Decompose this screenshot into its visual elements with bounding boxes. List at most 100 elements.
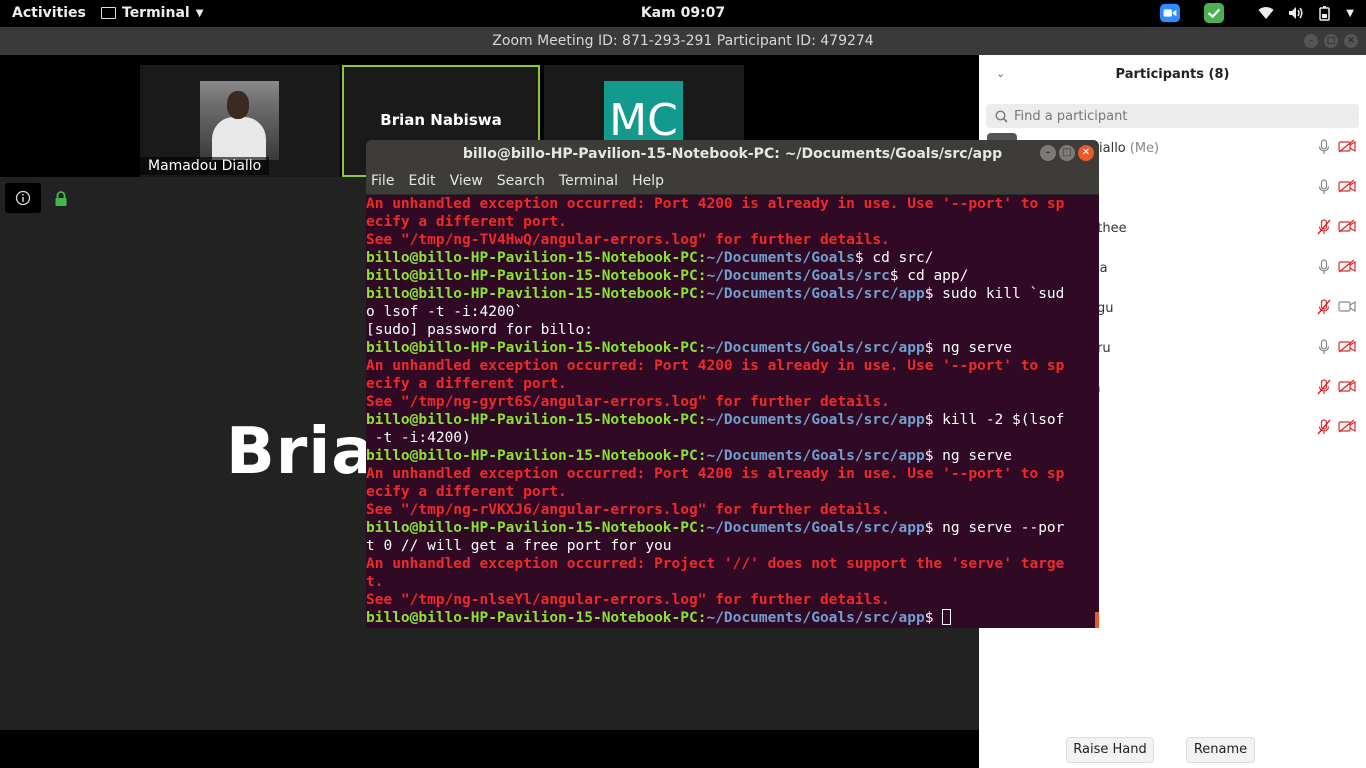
terminal-title: billo@billo-HP-Pavilion-15-Notebook-PC: …: [462, 146, 1003, 162]
terminal-line: t.: [366, 573, 1099, 591]
search-placeholder: Find a participant: [1014, 108, 1128, 124]
terminal-scrollbar[interactable]: [1095, 612, 1099, 628]
prompt-user-host: billo@billo-HP-Pavilion-15-Notebook-PC: [366, 286, 698, 302]
menu-terminal[interactable]: Terminal: [559, 173, 618, 189]
menu-search[interactable]: Search: [497, 173, 545, 189]
terminal-error-text: ecify a different port.: [366, 214, 567, 230]
prompt-path: ~/Documents/Goals/src: [706, 268, 890, 284]
menu-file[interactable]: File: [371, 173, 394, 189]
participants-header: Participants (8): [1115, 67, 1230, 82]
tile-participant-name: Brian Nabiswa: [380, 111, 502, 129]
prompt-path: ~/Documents/Goals/src/app: [706, 448, 925, 464]
tray-menu-caret-icon[interactable]: ▼: [1346, 8, 1354, 19]
meeting-controls-bar: [0, 730, 979, 768]
terminal-command: $ ng serve --por: [924, 520, 1065, 536]
close-button[interactable]: ✕: [1344, 34, 1358, 48]
mic-muted-icon[interactable]: [1317, 299, 1331, 319]
participant-me-tag: (Me): [1129, 141, 1160, 156]
terminal-line: See "/tmp/ng-nlseYl/angular-errors.log" …: [366, 591, 1099, 609]
terminal-line: billo@billo-HP-Pavilion-15-Notebook-PC:~…: [366, 447, 1099, 465]
terminal-command: $ ng serve: [924, 340, 1013, 356]
prompt-user-host: billo@billo-HP-Pavilion-15-Notebook-PC: [366, 520, 698, 536]
terminal-line: [sudo] password for billo:: [366, 321, 1099, 339]
maximize-button[interactable]: □: [1324, 34, 1338, 48]
encryption-lock-icon[interactable]: [54, 191, 68, 211]
camera-icon[interactable]: [1338, 299, 1356, 317]
prompt-path: ~/Documents/Goals: [706, 250, 855, 266]
terminal-error-text: See "/tmp/ng-rVKXJ6/angular-errors.log" …: [366, 502, 890, 518]
prompt-path: ~/Documents/Goals/src/app: [706, 610, 925, 626]
prompt-path: ~/Documents/Goals/src/app: [706, 340, 925, 356]
terminal-command: $ cd app/: [889, 268, 969, 284]
volume-icon[interactable]: [1286, 3, 1306, 23]
menu-view[interactable]: View: [450, 173, 483, 189]
search-icon: [995, 109, 1008, 123]
zoom-camera-icon[interactable]: [1160, 3, 1181, 23]
terminal-command: $ kill -2 $(lsof: [924, 412, 1065, 428]
prompt-user-host: billo@billo-HP-Pavilion-15-Notebook-PC: [366, 268, 698, 284]
zoom-window-title: Zoom Meeting ID: 871-293-291 Participant…: [492, 33, 874, 49]
camera-off-icon[interactable]: [1338, 419, 1356, 437]
mic-muted-icon[interactable]: [1317, 379, 1331, 399]
terminal-line: An unhandled exception occurred: Port 42…: [366, 465, 1099, 483]
camera-off-icon[interactable]: [1338, 139, 1356, 157]
menu-help[interactable]: Help: [632, 173, 664, 189]
app-menu-label: Terminal: [122, 5, 190, 21]
terminal-output-text: t 0 // will get a free port for you: [366, 538, 672, 554]
camera-off-icon[interactable]: [1338, 339, 1356, 357]
prompt-user-host: billo@billo-HP-Pavilion-15-Notebook-PC: [366, 340, 698, 356]
video-tile[interactable]: Mamadou Diallo: [140, 65, 340, 177]
terminal-line: t 0 // will get a free port for you: [366, 537, 1099, 555]
app-menu[interactable]: Terminal ▼: [101, 5, 203, 21]
tile-participant-name: Mamadou Diallo: [140, 157, 270, 175]
terminal-close-button[interactable]: ✕: [1078, 145, 1094, 161]
participant-search-input[interactable]: Find a participant: [986, 104, 1359, 128]
terminal-output-text: -t -i:4200): [366, 430, 471, 446]
minimize-button[interactable]: –: [1304, 34, 1318, 48]
terminal-line: -t -i:4200): [366, 429, 1099, 447]
prompt-path: ~/Documents/Goals/src/app: [706, 520, 925, 536]
system-tray[interactable]: ▼: [1160, 3, 1354, 23]
mic-muted-icon[interactable]: [1317, 419, 1331, 439]
menu-edit[interactable]: Edit: [408, 173, 435, 189]
terminal-output[interactable]: An unhandled exception occurred: Port 42…: [366, 195, 1099, 627]
camera-off-icon[interactable]: [1338, 379, 1356, 397]
terminal-window[interactable]: billo@billo-HP-Pavilion-15-Notebook-PC: …: [366, 140, 1099, 628]
terminal-line: An unhandled exception occurred: Project…: [366, 555, 1099, 573]
battery-icon[interactable]: [1316, 3, 1336, 23]
terminal-minimize-button[interactable]: –: [1040, 145, 1056, 161]
mic-icon[interactable]: [1317, 179, 1331, 199]
activities-button[interactable]: Activities: [12, 5, 86, 21]
terminal-titlebar[interactable]: billo@billo-HP-Pavilion-15-Notebook-PC: …: [366, 140, 1099, 168]
mic-icon[interactable]: [1317, 339, 1331, 359]
terminal-line: An unhandled exception occurred: Port 42…: [366, 357, 1099, 375]
terminal-line: billo@billo-HP-Pavilion-15-Notebook-PC:~…: [366, 609, 1099, 627]
terminal-line: ecify a different port.: [366, 375, 1099, 393]
participant-name: Diallo (Me): [1089, 141, 1159, 156]
wifi-icon[interactable]: [1256, 3, 1276, 23]
terminal-error-text: See "/tmp/ng-nlseYl/angular-errors.log" …: [366, 592, 890, 608]
meeting-info-button[interactable]: [5, 183, 41, 213]
prompt-user-host: billo@billo-HP-Pavilion-15-Notebook-PC: [366, 412, 698, 428]
mic-muted-icon[interactable]: [1317, 219, 1331, 239]
chevron-down-icon: ▼: [195, 7, 204, 19]
terminal-error-text: See "/tmp/ng-gyrt6S/angular-errors.log" …: [366, 394, 890, 410]
check-shield-icon[interactable]: [1204, 3, 1225, 23]
info-icon: [15, 190, 31, 206]
camera-off-icon[interactable]: [1338, 219, 1356, 237]
mic-icon[interactable]: [1317, 259, 1331, 279]
terminal-line: o lsof -t -i:4200`: [366, 303, 1099, 321]
mic-icon[interactable]: [1317, 139, 1331, 159]
terminal-line: billo@billo-HP-Pavilion-15-Notebook-PC:~…: [366, 339, 1099, 357]
camera-off-icon[interactable]: [1338, 259, 1356, 277]
prompt-path: ~/Documents/Goals/src/app: [706, 286, 925, 302]
terminal-error-text: An unhandled exception occurred: Port 42…: [366, 466, 1065, 482]
top-bar: Activities Terminal ▼ Kam 09:07 ▼: [0, 0, 1366, 27]
terminal-maximize-button[interactable]: □: [1059, 145, 1075, 161]
camera-off-icon[interactable]: [1338, 179, 1356, 197]
terminal-error-text: ecify a different port.: [366, 376, 567, 392]
rename-button[interactable]: Rename: [1186, 737, 1255, 763]
terminal-line: See "/tmp/ng-TV4HwQ/angular-errors.log" …: [366, 231, 1099, 249]
terminal-command: $ cd src/: [854, 250, 934, 266]
raise-hand-button[interactable]: Raise Hand: [1066, 737, 1154, 763]
